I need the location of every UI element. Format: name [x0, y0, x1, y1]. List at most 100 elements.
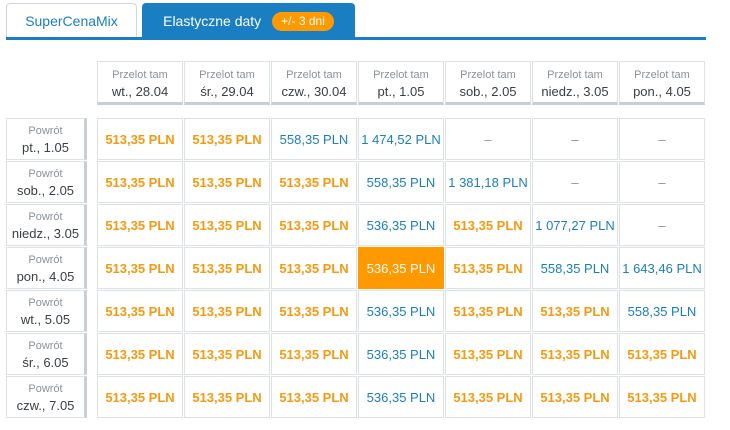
price-cell[interactable]: 513,35 PLN [184, 290, 270, 332]
price-cell-unavailable: – [619, 118, 705, 160]
return-row: Powrót śr., 6.05 513,35 PLN 513,35 PLN 513,3… [6, 333, 706, 376]
price-cell-unavailable: – [532, 161, 618, 203]
departure-date-header: Przelot tam pon., 4.05 [619, 61, 705, 105]
price-cell[interactable]: 558,35 PLN [532, 247, 618, 289]
price-cell-unavailable: – [619, 204, 705, 246]
tab-bar: SuperCenaMix Elastyczne daty +/- 3 dni [6, 3, 706, 40]
price-cell[interactable]: 1 381,18 PLN [445, 161, 531, 203]
price-cell[interactable]: 513,35 PLN [271, 204, 357, 246]
price-cell[interactable]: 513,35 PLN [445, 333, 531, 375]
price-cell[interactable]: 513,35 PLN [445, 204, 531, 246]
departure-label: Przelot tam [373, 69, 429, 81]
price-cell[interactable]: 1 474,52 PLN [358, 118, 444, 160]
price-cell[interactable]: 513,35 PLN [184, 118, 270, 160]
price-cell[interactable]: 513,35 PLN [532, 376, 618, 418]
price-cell[interactable]: 513,35 PLN [532, 290, 618, 332]
flex-days-badge: +/- 3 dni [272, 11, 334, 31]
return-date: wt., 5.05 [20, 312, 71, 327]
return-label: Powrót [28, 340, 63, 352]
return-date-header: Powrót pon., 4.05 [6, 247, 87, 289]
return-label: Powrót [28, 254, 63, 266]
price-cell[interactable]: 513,35 PLN [97, 204, 183, 246]
departure-label: Przelot tam [112, 69, 168, 81]
price-cell-unavailable: – [532, 118, 618, 160]
return-date-header: Powrót śr., 6.05 [6, 333, 87, 375]
price-cell-selected[interactable]: 536,35 PLN [358, 247, 444, 289]
price-cell[interactable]: 513,35 PLN [271, 376, 357, 418]
return-label: Powrót [28, 211, 63, 223]
price-cell[interactable]: 513,35 PLN [97, 376, 183, 418]
tab-supercenamix[interactable]: SuperCenaMix [6, 3, 137, 38]
price-cell[interactable]: 513,35 PLN [271, 161, 357, 203]
price-cell[interactable]: 513,35 PLN [532, 333, 618, 375]
return-date-header: Powrót pt., 1.05 [6, 118, 87, 160]
price-cell[interactable]: 513,35 PLN [184, 161, 270, 203]
return-date-header: Powrót niedz., 3.05 [6, 204, 87, 246]
return-label: Powrót [28, 168, 63, 180]
departure-label: Przelot tam [547, 69, 603, 81]
return-label: Powrót [28, 383, 63, 395]
departure-label: Przelot tam [199, 69, 255, 81]
price-cell-unavailable: – [445, 118, 531, 160]
price-cell[interactable]: 1 077,27 PLN [532, 204, 618, 246]
departure-date: pon., 4.05 [633, 84, 691, 99]
price-cell[interactable]: 513,35 PLN [271, 333, 357, 375]
tab-elastyczne-daty-label: Elastyczne daty [163, 13, 262, 29]
tab-elastyczne-daty[interactable]: Elastyczne daty +/- 3 dni [142, 3, 355, 38]
return-row: Powrót czw., 7.05 513,35 PLN 513,35 PLN 513,… [6, 376, 706, 419]
departure-label: Przelot tam [634, 69, 690, 81]
return-date-header: Powrót czw., 7.05 [6, 376, 87, 418]
tab-supercenamix-label: SuperCenaMix [25, 13, 118, 29]
return-date: czw., 7.05 [16, 398, 75, 413]
price-cell[interactable]: 513,35 PLN [445, 290, 531, 332]
price-cell[interactable]: 536,35 PLN [358, 204, 444, 246]
return-row: Powrót wt., 5.05 513,35 PLN 513,35 PLN 513,3… [6, 290, 706, 333]
price-cell[interactable]: 558,35 PLN [358, 161, 444, 203]
return-date: pon., 4.05 [16, 269, 75, 284]
price-cell[interactable]: 513,35 PLN [97, 118, 183, 160]
price-cell[interactable]: 513,35 PLN [445, 376, 531, 418]
price-cell[interactable]: 558,35 PLN [271, 118, 357, 160]
departure-label: Przelot tam [460, 69, 516, 81]
return-label: Powrót [28, 297, 63, 309]
price-cell[interactable]: 513,35 PLN [619, 333, 705, 375]
tab-underline [6, 37, 706, 40]
departure-date: sob., 2.05 [459, 84, 517, 99]
price-cell[interactable]: 536,35 PLN [358, 376, 444, 418]
price-cell[interactable]: 513,35 PLN [184, 333, 270, 375]
return-date-header: Powrót wt., 5.05 [6, 290, 87, 332]
departure-date: wt., 28.04 [111, 84, 169, 99]
departure-date-header: Przelot tam czw., 30.04 [271, 61, 357, 105]
return-date: sob., 2.05 [16, 183, 75, 198]
price-cell[interactable]: 513,35 PLN [97, 333, 183, 375]
return-row: Powrót pon., 4.05 513,35 PLN 513,35 PLN 513,… [6, 247, 706, 290]
price-cell[interactable]: 513,35 PLN [619, 376, 705, 418]
return-label: Powrót [28, 125, 63, 137]
return-date: niedz., 3.05 [11, 226, 80, 241]
departure-date: niedz., 3.05 [541, 84, 609, 99]
price-cell[interactable]: 513,35 PLN [271, 247, 357, 289]
price-cell[interactable]: 513,35 PLN [97, 290, 183, 332]
price-cell[interactable]: 513,35 PLN [445, 247, 531, 289]
departure-date: śr., 29.04 [200, 84, 254, 99]
price-cell[interactable]: 558,35 PLN [619, 290, 705, 332]
price-cell-unavailable: – [619, 161, 705, 203]
price-cell[interactable]: 513,35 PLN [271, 290, 357, 332]
price-cell[interactable]: 536,35 PLN [358, 333, 444, 375]
departure-date-header: Przelot tam wt., 28.04 [97, 61, 183, 105]
return-date-header: Powrót sob., 2.05 [6, 161, 87, 203]
price-cell[interactable]: 513,35 PLN [97, 247, 183, 289]
price-cell[interactable]: 513,35 PLN [97, 161, 183, 203]
price-cell[interactable]: 513,35 PLN [184, 204, 270, 246]
price-cell[interactable]: 513,35 PLN [184, 376, 270, 418]
departure-header-row: Przelot tam wt., 28.04 Przelot tam śr., 29.… [97, 61, 706, 105]
price-grid: Powrót pt., 1.05 513,35 PLN 513,35 PLN 558,3… [6, 118, 706, 419]
return-date: pt., 1.05 [22, 140, 69, 155]
price-cell[interactable]: 513,35 PLN [184, 247, 270, 289]
price-cell[interactable]: 1 643,46 PLN [619, 247, 705, 289]
return-date: śr., 6.05 [22, 355, 69, 370]
price-cell[interactable]: 536,35 PLN [358, 290, 444, 332]
departure-date-header: Przelot tam śr., 29.04 [184, 61, 270, 105]
departure-date-header: Przelot tam sob., 2.05 [445, 61, 531, 105]
departure-label: Przelot tam [286, 69, 342, 81]
